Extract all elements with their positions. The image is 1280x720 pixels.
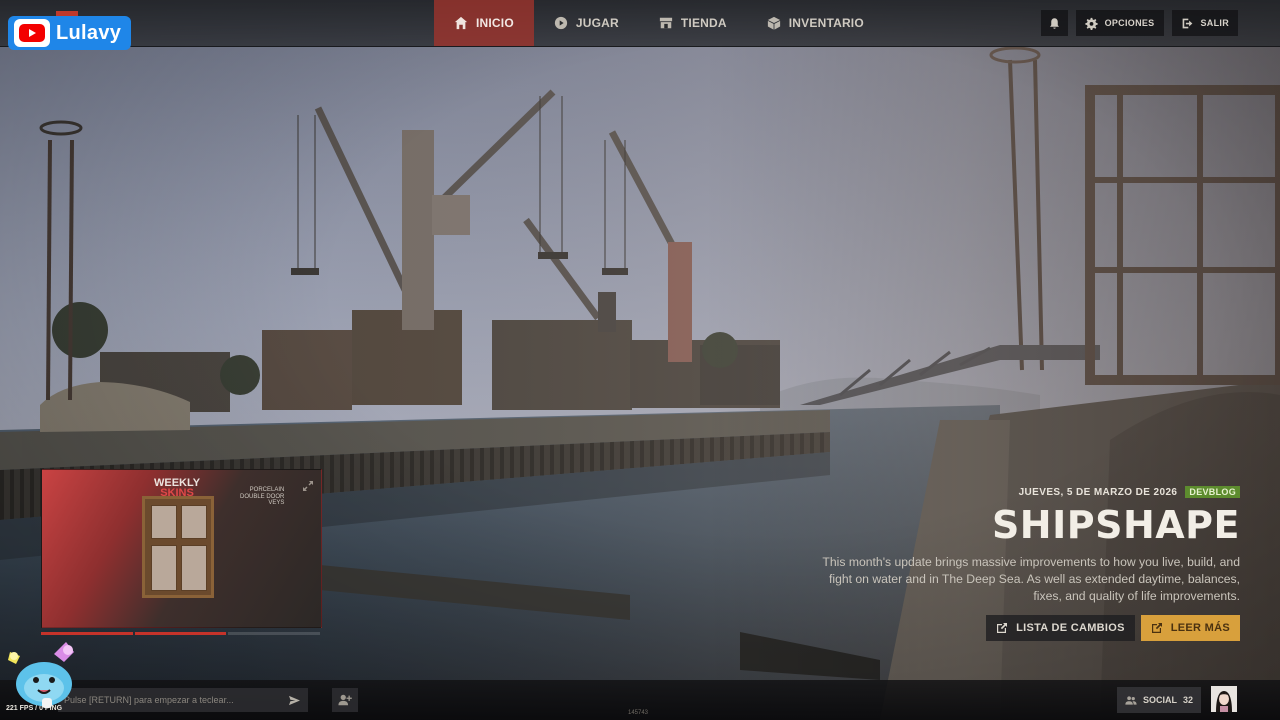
read-more-button[interactable]: LEER MÁS <box>1140 615 1240 641</box>
nav-tab-inicio[interactable]: INICIO <box>434 0 534 46</box>
promo-item-list: PORCELAIN DOUBLE DOOR VEYS <box>240 487 284 507</box>
chat-box <box>58 688 308 712</box>
changelog-button[interactable]: LISTA DE CAMBIOS <box>986 615 1135 641</box>
friends-icon <box>1125 695 1137 705</box>
expand-icon[interactable] <box>303 478 313 496</box>
changelog-label: LISTA DE CAMBIOS <box>1016 622 1125 634</box>
door-skin-image <box>142 496 214 598</box>
news-body: This month's update brings massive impro… <box>822 555 1240 603</box>
exit-icon <box>1182 18 1192 28</box>
send-button[interactable] <box>280 688 308 712</box>
news-tag-badge: DEVBLOG <box>1185 486 1240 498</box>
cube-icon <box>767 16 780 30</box>
send-icon <box>288 695 300 705</box>
progress-segment[interactable] <box>228 632 321 635</box>
bottom-bar: 221 FPS / 0 PING 145743 SOCIAL 32 <box>0 680 1280 720</box>
nav-tab-label: INICIO <box>476 16 514 30</box>
exit-button[interactable]: SALIR <box>1171 10 1238 36</box>
promo-item: VEYS <box>268 500 285 506</box>
youtube-icon <box>14 19 50 47</box>
weekly-skins-promo[interactable]: WEEKLY SKINS PORCELAIN DOUBLE DOOR VEYS <box>41 469 322 628</box>
notifications-button[interactable] <box>1040 10 1068 36</box>
channel-name: Lulavy <box>56 21 122 44</box>
social-button[interactable]: SOCIAL 32 <box>1117 687 1201 713</box>
progress-segment[interactable] <box>134 632 227 635</box>
nav-tab-tienda[interactable]: TIENDA <box>639 0 747 46</box>
promo-heading: WEEKLY SKINS <box>154 478 200 499</box>
store-icon <box>659 17 673 29</box>
news-panel: JUEVES, 5 DE MARZO DE 2026 DEVBLOG SHIPS… <box>820 486 1240 641</box>
social-label: SOCIAL <box>1142 695 1177 705</box>
news-meta: JUEVES, 5 DE MARZO DE 2026 DEVBLOG <box>820 486 1240 498</box>
news-date: JUEVES, 5 DE MARZO DE 2026 <box>1018 486 1178 498</box>
home-icon <box>454 16 468 30</box>
nav-tab-label: INVENTARIO <box>788 16 864 30</box>
news-actions: LISTA DE CAMBIOS LEER MÁS <box>820 615 1240 641</box>
mascot-sticker <box>8 642 74 708</box>
nav-tab-inventario[interactable]: INVENTARIO <box>747 0 884 46</box>
chat-input[interactable] <box>58 688 280 712</box>
bell-icon <box>1049 17 1059 29</box>
top-navigation-bar: INICIO JUGAR TIENDA INVENTARIO OPCIONES … <box>0 0 1280 47</box>
main-nav: INICIO JUGAR TIENDA INVENTARIO <box>434 0 884 46</box>
add-friend-icon <box>338 694 352 706</box>
external-link-icon <box>1151 623 1162 633</box>
channel-badge: Lulavy <box>8 16 132 50</box>
external-link-icon <box>997 623 1008 633</box>
nav-tab-label: TIENDA <box>680 16 727 30</box>
exit-label: SALIR <box>1200 18 1229 28</box>
options-label: OPCIONES <box>1104 18 1155 28</box>
build-number: 145743 <box>628 710 649 716</box>
avatar[interactable] <box>1211 686 1237 712</box>
gear-icon <box>1084 17 1098 30</box>
read-more-label: LEER MÁS <box>1170 622 1230 634</box>
nav-tab-jugar[interactable]: JUGAR <box>534 0 639 46</box>
news-title: SHIPSHAPE <box>991 503 1240 547</box>
nav-tab-label: JUGAR <box>575 16 619 30</box>
progress-fill <box>134 632 227 635</box>
play-circle-icon <box>554 16 567 30</box>
social-count: 32 <box>1182 695 1193 705</box>
options-button[interactable]: OPCIONES <box>1075 10 1164 36</box>
team-button[interactable] <box>332 688 358 712</box>
top-right-actions: OPCIONES SALIR <box>1040 10 1238 36</box>
